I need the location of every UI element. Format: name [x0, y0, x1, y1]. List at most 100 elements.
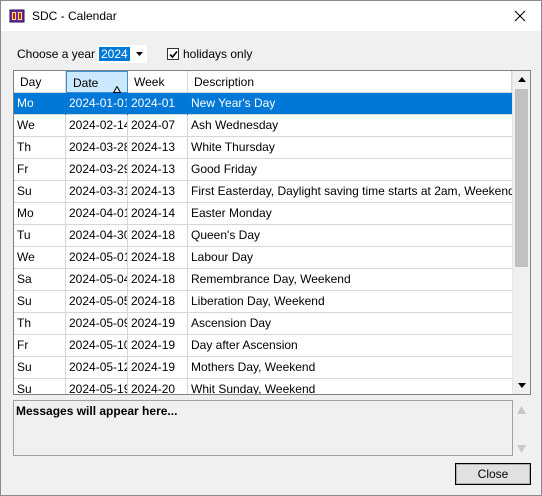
- column-divider: [187, 379, 188, 394]
- table-row[interactable]: Th 2024-03-28 2024-13 White Thursday: [14, 137, 512, 159]
- messages-scroll-down-icon[interactable]: [517, 442, 526, 456]
- messages-box[interactable]: Messages will appear here...: [13, 400, 513, 456]
- window-close-button[interactable]: [499, 1, 541, 31]
- cell-week: 2024-18: [131, 228, 176, 242]
- cell-date: 2024-02-14: [69, 118, 128, 132]
- table-row[interactable]: Fr 2024-05-10 2024-19 Day after Ascension: [14, 335, 512, 357]
- cell-day: Su: [17, 360, 32, 374]
- table-row[interactable]: Th 2024-05-09 2024-19 Ascension Day: [14, 313, 512, 335]
- year-dropdown[interactable]: 2024: [97, 45, 147, 63]
- column-divider: [127, 335, 128, 357]
- title-bar[interactable]: SDC - Calendar: [1, 1, 541, 31]
- window-title: SDC - Calendar: [32, 9, 117, 23]
- column-divider: [127, 313, 128, 335]
- cell-week: 2024-13: [131, 184, 176, 198]
- cell-description: First Easterday, Daylight saving time st…: [191, 184, 512, 198]
- table-row[interactable]: Su 2024-03-31 2024-13 First Easterday, Dayl…: [14, 181, 512, 203]
- column-divider: [65, 379, 66, 394]
- holidays-only-checkbox[interactable]: [167, 48, 179, 60]
- cell-week: 2024-19: [131, 316, 176, 330]
- table-row[interactable]: Su 2024-05-05 2024-18 Liberation Day, Weeke…: [14, 291, 512, 313]
- cell-description: Day after Ascension: [191, 338, 298, 352]
- column-divider: [127, 203, 128, 225]
- cell-day: We: [17, 118, 35, 132]
- column-divider: [187, 203, 188, 225]
- column-divider: [187, 225, 188, 247]
- cell-day: Fr: [17, 338, 29, 352]
- column-header-day[interactable]: Day: [14, 71, 66, 93]
- year-value[interactable]: 2024: [99, 47, 130, 61]
- cell-description: Ascension Day: [191, 316, 272, 330]
- column-header-date[interactable]: Date: [66, 71, 128, 93]
- column-divider: [65, 357, 66, 379]
- column-divider: [65, 225, 66, 247]
- cell-date: 2024-05-05: [69, 294, 128, 308]
- table-row[interactable]: We 2024-05-01 2024-18 Labour Day: [14, 247, 512, 269]
- column-divider: [65, 181, 66, 203]
- table-row[interactable]: Su 2024-05-19 2024-20 Whit Sunday, Weekend: [14, 379, 512, 395]
- cell-description: Liberation Day, Weekend: [191, 294, 325, 308]
- close-button[interactable]: Close: [455, 463, 531, 485]
- column-divider: [127, 247, 128, 269]
- cell-day: Su: [17, 294, 32, 308]
- holidays-only-label[interactable]: holidays only: [183, 47, 252, 61]
- cell-description: Remembrance Day, Weekend: [191, 272, 351, 286]
- table-row[interactable]: We 2024-02-14 2024-07 Ash Wednesday: [14, 115, 512, 137]
- column-divider: [127, 225, 128, 247]
- cell-week: 2024-13: [131, 162, 176, 176]
- column-divider: [187, 357, 188, 379]
- cell-week: 2024-18: [131, 294, 176, 308]
- column-divider: [127, 115, 128, 137]
- table-row[interactable]: Fr 2024-03-29 2024-13 Good Friday: [14, 159, 512, 181]
- cell-description: Good Friday: [191, 162, 258, 176]
- cell-date: 2024-05-10: [69, 338, 128, 352]
- cell-week: 2024-18: [131, 272, 176, 286]
- column-divider: [127, 137, 128, 159]
- column-divider: [187, 291, 188, 313]
- cell-date: 2024-03-28: [69, 140, 128, 154]
- cell-description: Labour Day: [191, 250, 254, 264]
- table-row[interactable]: Mo 2024-04-01 2024-14 Easter Monday: [14, 203, 512, 225]
- calendar-app-icon: [9, 8, 25, 24]
- messages-text: Messages will appear here...: [16, 404, 178, 418]
- cell-week: 2024-19: [131, 360, 176, 374]
- column-divider: [65, 115, 66, 137]
- table-row[interactable]: Su 2024-05-12 2024-19 Mothers Day, Weekend: [14, 357, 512, 379]
- scroll-up-button[interactable]: [513, 71, 530, 88]
- scroll-thumb[interactable]: [515, 89, 528, 267]
- calendar-window: SDC - Calendar Choose a year 2024 holida…: [0, 0, 542, 496]
- cell-week: 2024-13: [131, 140, 176, 154]
- column-divider: [127, 291, 128, 313]
- table-row[interactable]: Tu 2024-04-30 2024-18 Queen's Day: [14, 225, 512, 247]
- column-divider: [127, 269, 128, 291]
- column-header-week[interactable]: Week: [128, 71, 188, 93]
- table-row[interactable]: Sa 2024-05-04 2024-18 Remembrance Day, Week…: [14, 269, 512, 291]
- chevron-down-icon[interactable]: [132, 46, 147, 62]
- column-header-description[interactable]: Description: [188, 71, 512, 93]
- column-divider: [127, 159, 128, 181]
- messages-scroll-up-icon[interactable]: [517, 403, 526, 417]
- cell-date: 2024-04-01: [69, 206, 128, 220]
- cell-day: Th: [17, 140, 32, 154]
- calendar-grid[interactable]: Day Date Week Description Mo 2024-01-01 20…: [13, 70, 531, 395]
- cell-day: Sa: [17, 272, 32, 286]
- year-label: Choose a year: [17, 47, 96, 61]
- cell-week: 2024-14: [131, 206, 176, 220]
- table-row[interactable]: Mo 2024-01-01 2024-01 New Year's Day: [14, 93, 512, 115]
- cell-day: Fr: [17, 162, 29, 176]
- cell-week: 2024-19: [131, 338, 176, 352]
- column-divider: [65, 247, 66, 269]
- column-divider: [187, 159, 188, 181]
- column-divider: [65, 159, 66, 181]
- grid-scrollbar[interactable]: [512, 71, 530, 394]
- cell-description: Whit Sunday, Weekend: [191, 382, 316, 395]
- column-divider: [65, 269, 66, 291]
- arrow-down-icon: [517, 383, 526, 388]
- cell-week: 2024-20: [131, 382, 176, 395]
- cell-date: 2024-05-19: [69, 382, 128, 395]
- grid-header: Day Date Week Description: [14, 71, 512, 93]
- column-divider: [127, 379, 128, 394]
- column-divider: [65, 93, 66, 115]
- scroll-down-button[interactable]: [513, 377, 530, 394]
- cell-description: Ash Wednesday: [191, 118, 279, 132]
